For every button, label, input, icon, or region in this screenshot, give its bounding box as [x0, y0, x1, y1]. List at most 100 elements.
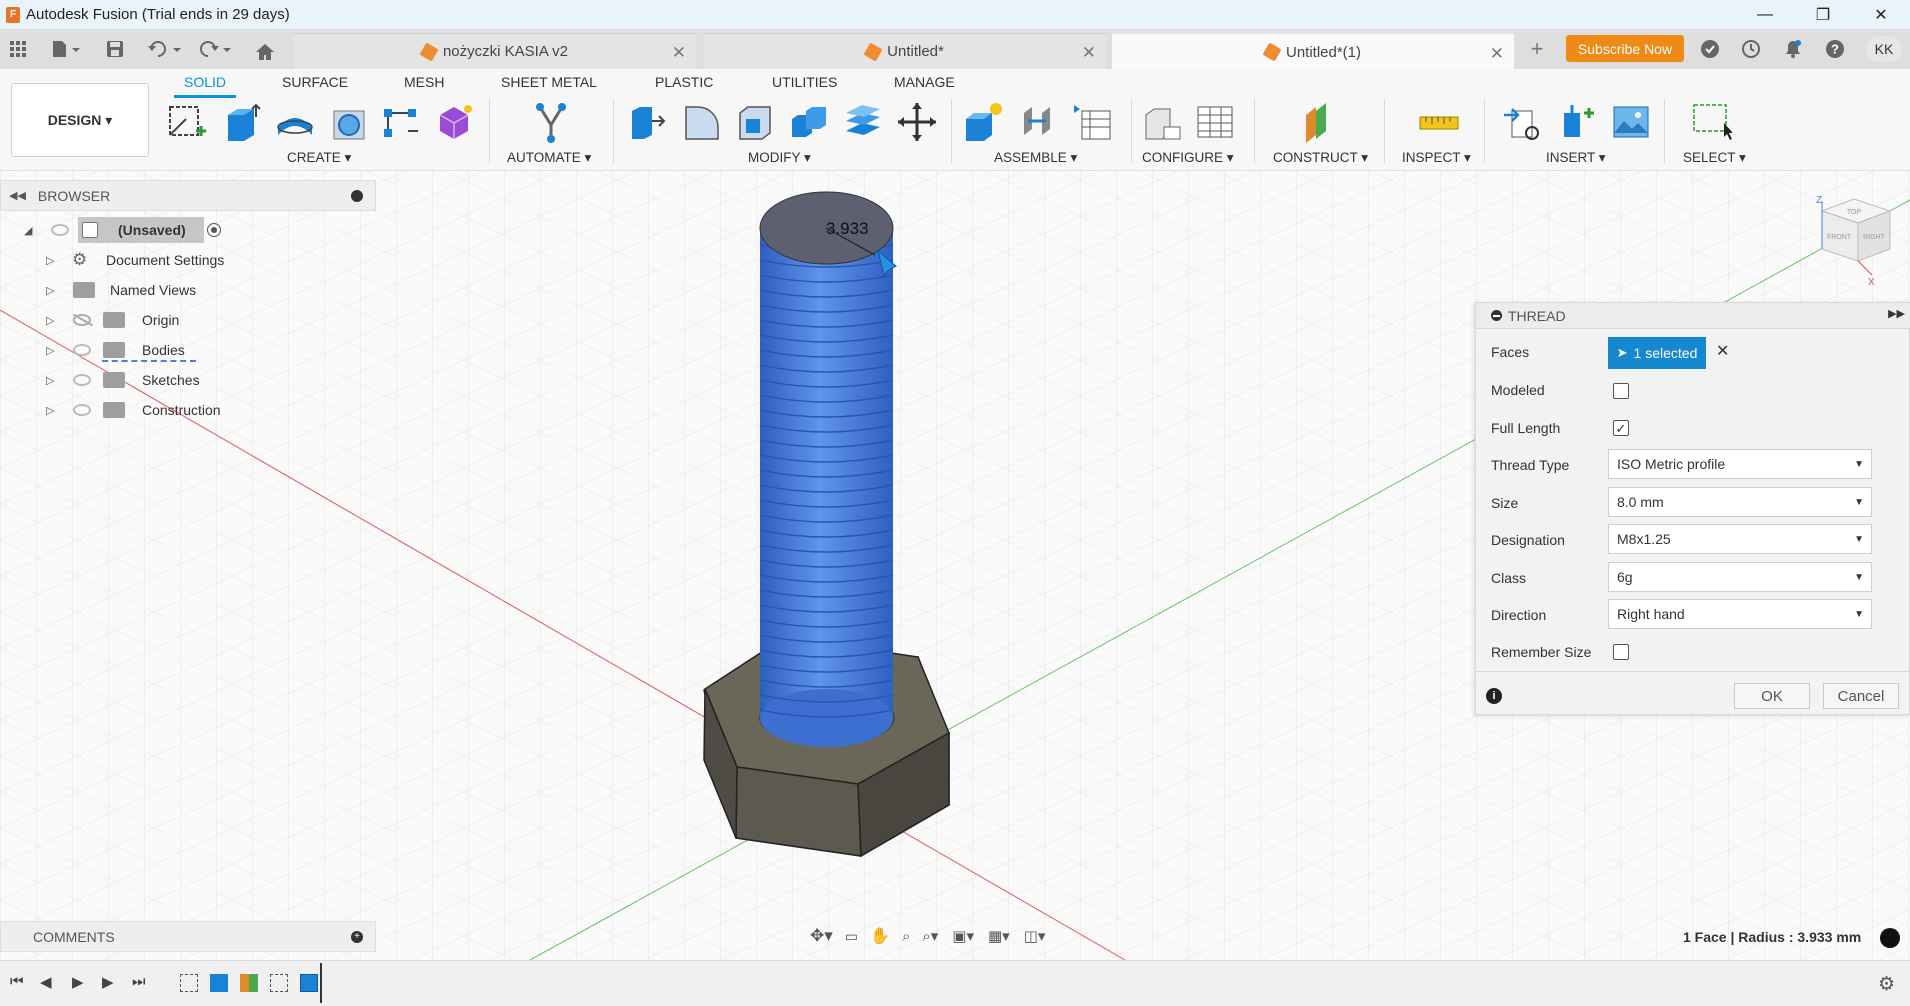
timeline-extrude-feature-icon[interactable] [210, 974, 228, 992]
viewports-icon[interactable]: ◫▾ [1024, 927, 1046, 945]
user-avatar[interactable]: KK [1866, 36, 1902, 62]
help-icon[interactable]: ? [1824, 38, 1846, 60]
insert-menu[interactable]: INSERT ▾ [1546, 150, 1606, 166]
undo-icon[interactable] [144, 35, 184, 63]
play-icon[interactable]: ▶ [72, 973, 84, 991]
notifications-icon[interactable] [1782, 38, 1804, 60]
construct-menu[interactable]: CONSTRUCT ▾ [1273, 150, 1368, 166]
tab-nozyczki-kasia[interactable]: nożyczki KASIA v2 ✕ [294, 33, 696, 69]
pattern-icon[interactable] [380, 101, 422, 143]
tab-mesh[interactable]: MESH [404, 74, 444, 90]
zoom-icon[interactable]: ⌕ [902, 928, 910, 945]
new-component-icon[interactable] [962, 101, 1004, 143]
collapse-panel-icon[interactable]: ◀◀ [9, 189, 26, 202]
size-select[interactable]: 8.0 mm ▼ [1608, 487, 1872, 517]
expand-triangle-icon[interactable]: ▷ [46, 254, 58, 267]
expand-triangle-icon[interactable]: ▷ [46, 284, 58, 297]
collapse-triangle-icon[interactable]: ◢ [24, 224, 36, 237]
configure-menu[interactable]: CONFIGURE ▾ [1142, 150, 1234, 166]
tree-item-construction[interactable]: ▷ Construction [0, 397, 240, 423]
tab-utilities[interactable]: UTILITIES [772, 74, 837, 90]
designation-select[interactable]: M8x1.25 ▼ [1608, 524, 1872, 554]
threaded-shaft[interactable] [759, 191, 894, 747]
visibility-eye-icon[interactable] [51, 224, 69, 236]
apps-grid-icon[interactable] [4, 35, 32, 63]
settings-gear-icon[interactable]: ⚙ [1878, 973, 1895, 996]
offset-plane-icon[interactable] [1300, 101, 1342, 143]
expand-triangle-icon[interactable]: ▷ [46, 374, 58, 387]
tab-solid[interactable]: SOLID [184, 74, 226, 90]
configure-icon[interactable] [1140, 101, 1182, 143]
close-tab-icon[interactable]: ✕ [672, 43, 686, 63]
bill-of-materials-icon[interactable] [1070, 101, 1112, 143]
form-icon[interactable] [434, 101, 476, 143]
inspect-menu[interactable]: INSPECT ▾ [1402, 150, 1471, 166]
clear-selection-icon[interactable]: ✕ [1716, 341, 1729, 361]
close-window-button[interactable]: ✕ [1852, 0, 1910, 29]
select-menu[interactable]: SELECT ▾ [1683, 150, 1746, 166]
measure-icon[interactable] [1418, 101, 1460, 143]
timeline-thread-feature-icon[interactable] [300, 974, 318, 992]
insert-derive-icon[interactable] [1502, 101, 1544, 143]
pan-hand-icon[interactable]: ✋ [870, 926, 890, 946]
look-at-icon[interactable]: ▭ [845, 928, 858, 945]
visibility-eye-icon[interactable] [73, 344, 91, 356]
orbit-icon[interactable]: ✥▾ [810, 926, 833, 946]
home-icon[interactable] [252, 38, 278, 66]
display-settings-icon[interactable]: ▣▾ [952, 927, 974, 945]
extensions-icon[interactable] [1699, 38, 1721, 60]
offset-face-icon[interactable] [842, 101, 884, 143]
minimize-button[interactable]: — [1736, 0, 1794, 29]
marking-menu-icon[interactable] [1880, 928, 1900, 948]
activate-radio-icon[interactable] [207, 223, 221, 237]
timeline-sketch-feature-icon[interactable] [180, 974, 198, 992]
timeline-marker[interactable] [320, 963, 322, 1003]
browser-minimize-icon[interactable] [351, 190, 363, 202]
press-pull-icon[interactable] [626, 101, 668, 143]
thread-dialog-header[interactable]: THREAD ▶▶ [1476, 303, 1910, 329]
go-to-end-icon[interactable]: ⏭ [132, 973, 146, 990]
subscribe-now-button[interactable]: Subscribe Now [1566, 35, 1684, 62]
tab-manage[interactable]: MANAGE [894, 74, 955, 90]
extrude-icon[interactable] [220, 101, 262, 143]
timeline-plane-feature-icon[interactable] [240, 974, 258, 992]
visibility-eye-icon[interactable] [73, 404, 91, 416]
insert-mcmaster-icon[interactable] [1556, 101, 1598, 143]
tree-item-sketches[interactable]: ▷ Sketches [0, 367, 240, 393]
modeled-checkbox[interactable] [1613, 383, 1629, 399]
job-status-icon[interactable] [1740, 38, 1762, 60]
workspace-switcher[interactable]: DESIGN ▾ [11, 83, 149, 157]
visibility-eye-icon[interactable] [73, 374, 91, 386]
expand-dialog-icon[interactable]: ▶▶ [1888, 307, 1905, 320]
class-select[interactable]: 6g ▼ [1608, 562, 1872, 592]
go-to-start-icon[interactable]: ⏮ [10, 973, 24, 990]
joint-icon[interactable] [1016, 101, 1058, 143]
create-sketch-icon[interactable] [166, 101, 208, 143]
timeline-sketch-feature-icon[interactable] [270, 974, 288, 992]
hole-icon[interactable] [328, 101, 370, 143]
expand-triangle-icon[interactable]: ▷ [46, 344, 58, 357]
tree-item-origin[interactable]: ▷ Origin [0, 307, 240, 333]
automate-icon[interactable] [530, 101, 572, 143]
faces-selection-button[interactable]: ➤ 1 selected [1608, 337, 1706, 369]
tab-plastic[interactable]: PLASTIC [655, 74, 713, 90]
cancel-button[interactable]: Cancel [1823, 683, 1899, 709]
step-back-icon[interactable]: ◀ [40, 973, 52, 991]
view-cube[interactable]: TOP FRONT RIGHT Z X [1806, 195, 1906, 295]
tree-item-bodies[interactable]: ▷ Bodies [0, 337, 240, 363]
ok-button[interactable]: OK [1734, 683, 1810, 709]
radius-dimension-text[interactable]: 3.933 [826, 219, 869, 238]
collapse-dialog-icon[interactable] [1491, 310, 1502, 321]
insert-canvas-icon[interactable] [1610, 101, 1652, 143]
tree-root-item[interactable]: ◢ (Unsaved) [0, 217, 240, 243]
expand-triangle-icon[interactable]: ▷ [46, 314, 58, 327]
select-window-icon[interactable] [1690, 101, 1733, 143]
direction-select[interactable]: Right hand ▼ [1608, 599, 1872, 629]
modify-menu[interactable]: MODIFY ▾ [748, 150, 811, 166]
close-tab-icon[interactable]: ✕ [1082, 43, 1096, 63]
add-comment-icon[interactable]: + [351, 931, 363, 943]
full-length-checkbox[interactable]: ✓ [1613, 420, 1629, 436]
step-forward-icon[interactable]: ▶ [102, 973, 114, 991]
assemble-menu[interactable]: ASSEMBLE ▾ [994, 150, 1077, 166]
tab-surface[interactable]: SURFACE [282, 74, 348, 90]
